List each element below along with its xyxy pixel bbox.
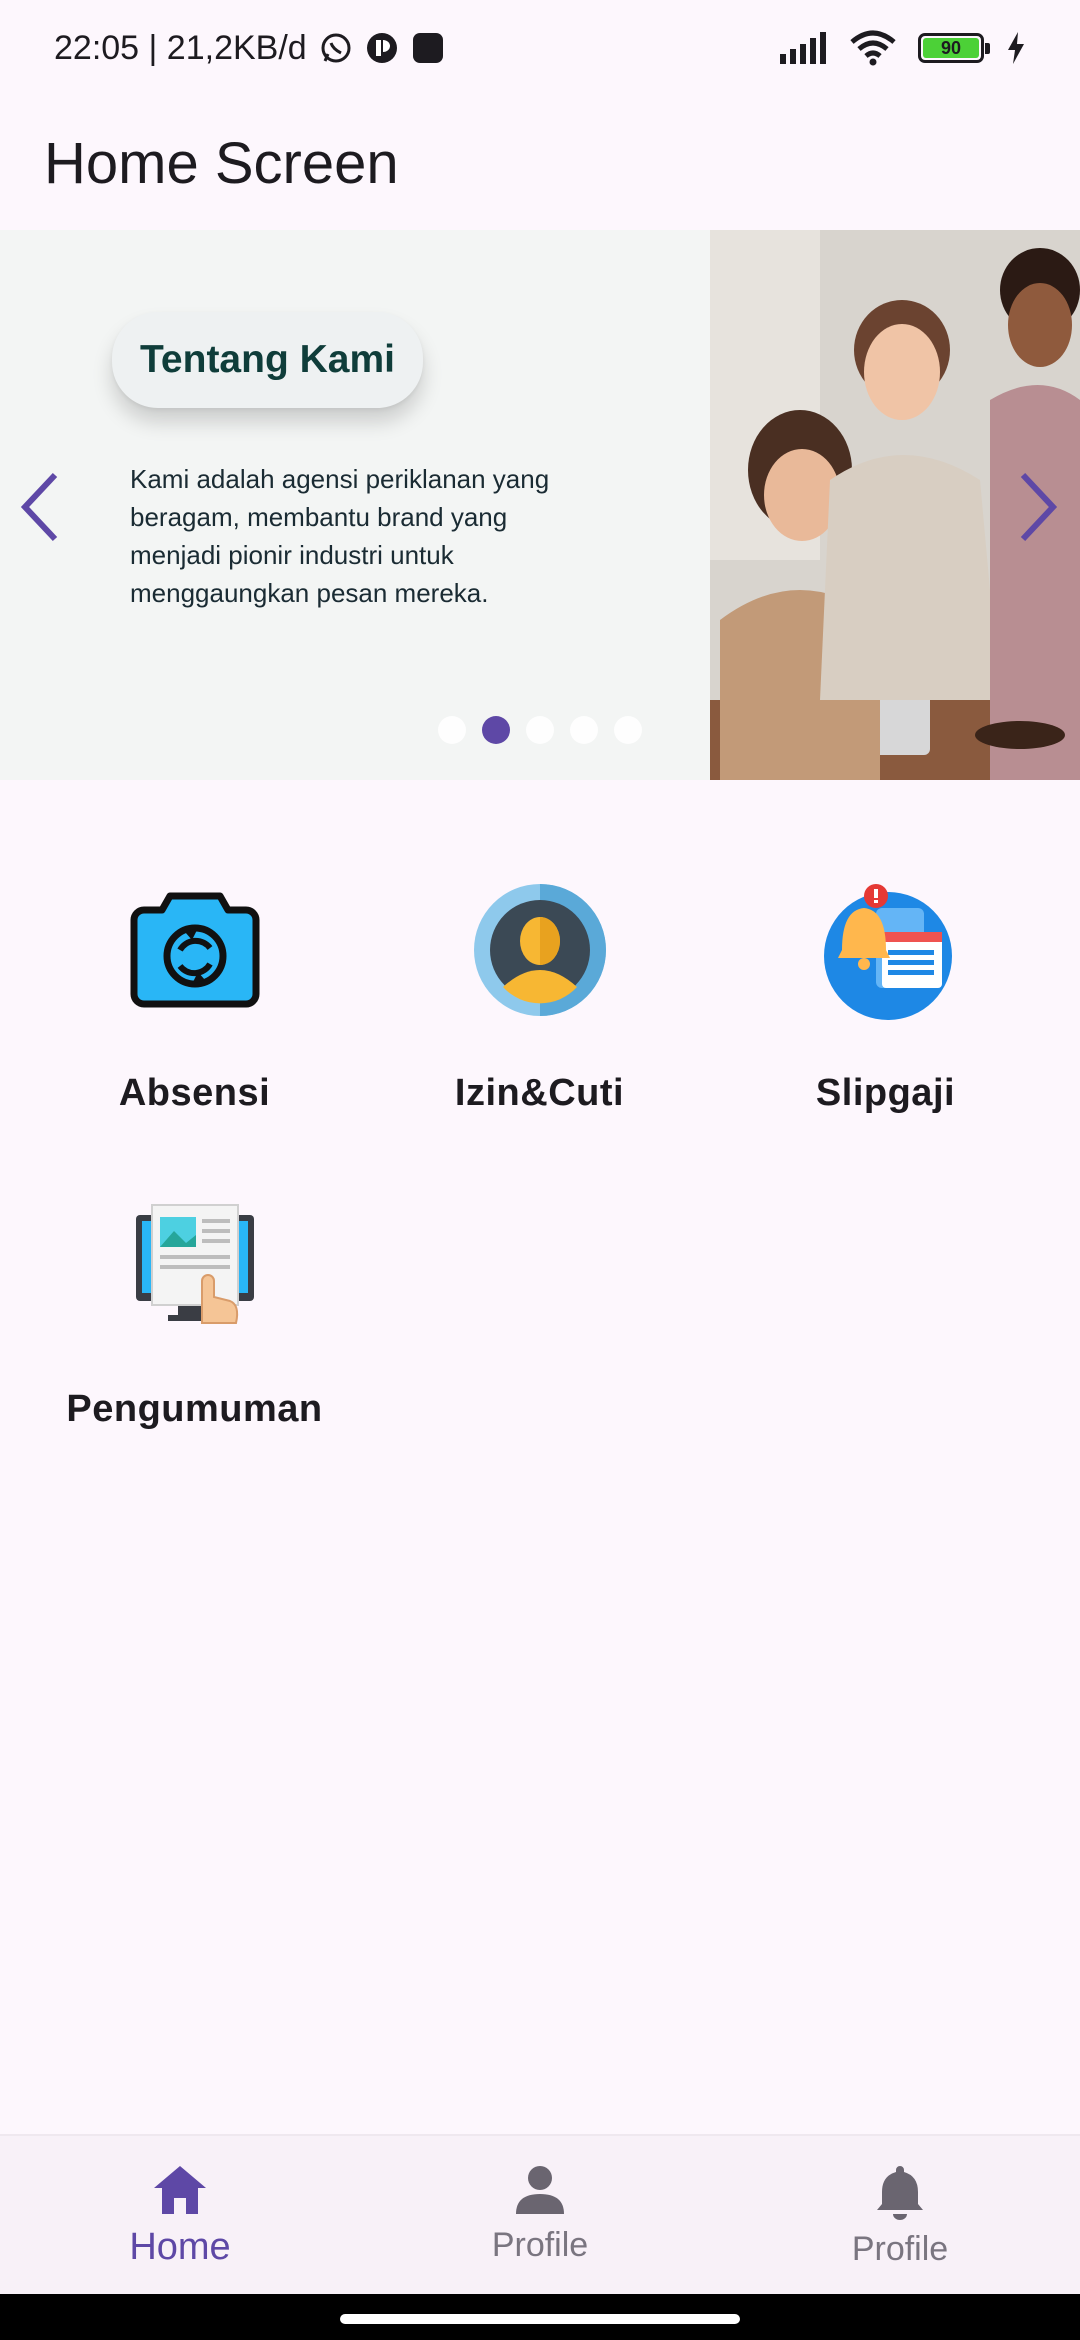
carousel-dot[interactable] <box>526 716 554 744</box>
carousel-dot[interactable] <box>614 716 642 744</box>
about-carousel[interactable]: Tentang Kami Kami adalah agensi periklan… <box>0 230 1080 780</box>
user-avatar-icon <box>470 880 610 1020</box>
home-icon <box>154 2166 206 2214</box>
notification-document-icon <box>816 880 956 1020</box>
menu-pengumuman[interactable]: Pengumuman <box>22 1196 367 1476</box>
carousel-prev-button[interactable] <box>4 462 74 552</box>
about-description: Kami adalah agensi periklanan yang berag… <box>130 464 550 608</box>
menu-label: Absensi <box>118 1072 271 1114</box>
nav-label: Home <box>129 2226 231 2268</box>
app-notification-icon <box>365 31 399 65</box>
menu-label: Pengumuman <box>66 1388 323 1430</box>
chevron-right-icon <box>1020 472 1058 542</box>
menu-label: Izin&Cuti <box>454 1072 625 1114</box>
camera-sync-icon <box>125 880 265 1020</box>
nav-home[interactable]: Home <box>0 2136 360 2294</box>
app-bar: Home Screen <box>0 96 1080 230</box>
battery-level: 90 <box>923 38 979 58</box>
page-title: Home Screen <box>44 130 399 196</box>
battery-icon: 90 <box>918 33 990 63</box>
whatsapp-icon <box>319 31 353 65</box>
menu-izin-cuti[interactable]: Izin&Cuti <box>367 880 712 1160</box>
status-left: 22:05 | 21,2KB/d <box>54 29 445 68</box>
carousel-dot-active[interactable] <box>482 716 510 744</box>
about-title-chip: Tentang Kami <box>112 312 423 408</box>
carousel-dot[interactable] <box>438 716 466 744</box>
signal-icon <box>780 32 828 64</box>
status-bar: 22:05 | 21,2KB/d 90 <box>0 0 1080 96</box>
home-gesture-handle[interactable] <box>340 2314 740 2324</box>
system-gesture-bar <box>0 2294 1080 2340</box>
carousel-next-button[interactable] <box>1004 462 1074 552</box>
nav-label: Profile <box>491 2226 589 2264</box>
carousel-page-indicator <box>438 716 642 744</box>
charging-icon <box>1006 32 1026 64</box>
person-icon <box>516 2166 564 2214</box>
chevron-left-icon <box>20 472 58 542</box>
monitor-article-icon <box>125 1196 265 1336</box>
menu-slipgaji[interactable]: Slipgaji <box>713 880 1058 1160</box>
status-right: 90 <box>780 30 1026 66</box>
home-screen: 22:05 | 21,2KB/d 90 Home Screen Tentang … <box>0 0 1080 2340</box>
nav-label: Profile <box>851 2230 949 2268</box>
menu-label: Slipgaji <box>815 1072 956 1114</box>
nav-profile[interactable]: Profile <box>360 2136 720 2294</box>
carousel-dot[interactable] <box>570 716 598 744</box>
carousel-slide-text: Tentang Kami Kami adalah agensi periklan… <box>0 230 710 780</box>
bell-icon <box>877 2166 923 2220</box>
nav-notifications[interactable]: Profile <box>720 2136 1080 2294</box>
wifi-icon <box>850 30 896 66</box>
app-square-icon <box>411 31 445 65</box>
status-time-speed: 22:05 | 21,2KB/d <box>54 28 307 67</box>
menu-absensi[interactable]: Absensi <box>22 880 367 1160</box>
bottom-navigation: Home Profile Profile <box>0 2134 1080 2294</box>
